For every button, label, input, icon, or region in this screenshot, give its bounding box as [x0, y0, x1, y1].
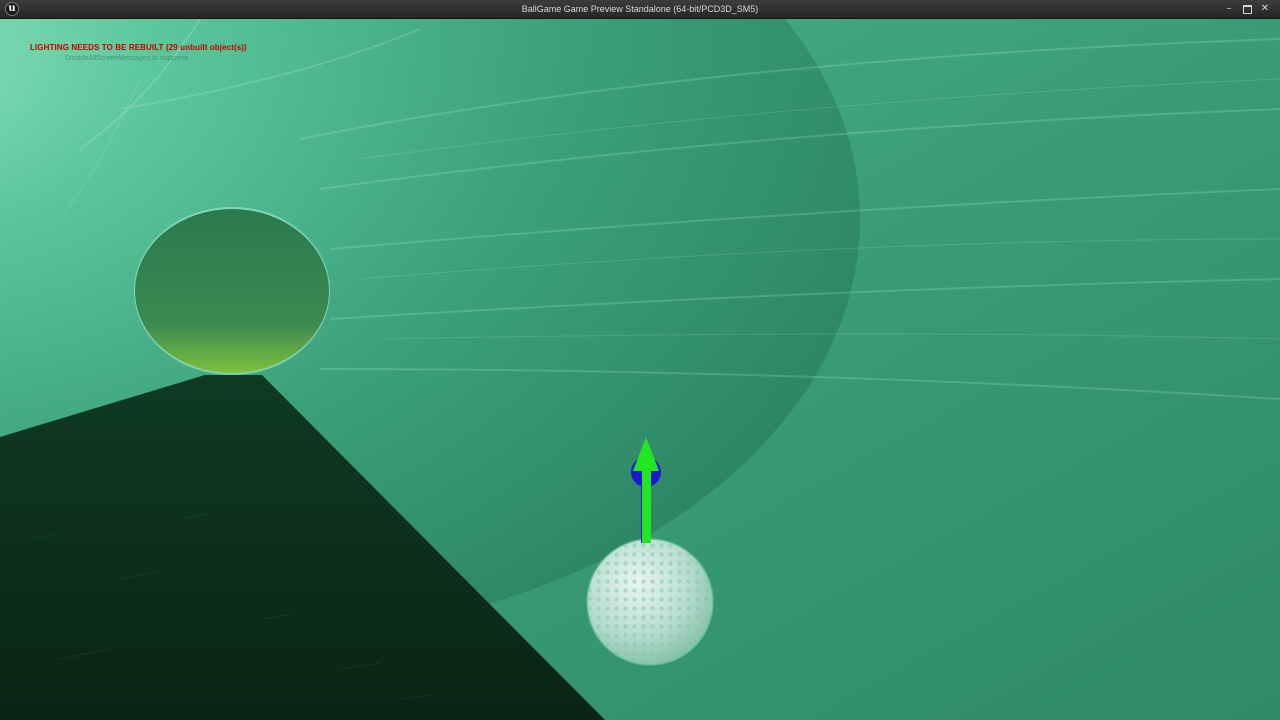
- hud-subtext: DisableAllScreenMessages to suppress: [65, 55, 189, 62]
- maximize-button[interactable]: [1240, 3, 1254, 15]
- tunnel-exit-hole: [135, 209, 329, 373]
- window-title: BallGame Game Preview Standalone (64-bit…: [521, 4, 759, 14]
- game-window: u BallGame Game Preview Standalone (64-b…: [0, 0, 1280, 720]
- scene-render: [0, 19, 1280, 720]
- title-bar[interactable]: u BallGame Game Preview Standalone (64-b…: [0, 0, 1280, 19]
- green-arrow-shaft: [642, 471, 651, 543]
- game-viewport[interactable]: LIGHTING NEEDS TO BE REBUILT (29 unbuilt…: [0, 19, 1280, 720]
- lighting-warning-text: LIGHTING NEEDS TO BE REBUILT (29 unbuilt…: [30, 43, 247, 52]
- close-button[interactable]: ✕: [1258, 3, 1272, 15]
- maximize-icon: [1242, 5, 1252, 14]
- minimize-button[interactable]: –: [1222, 3, 1236, 15]
